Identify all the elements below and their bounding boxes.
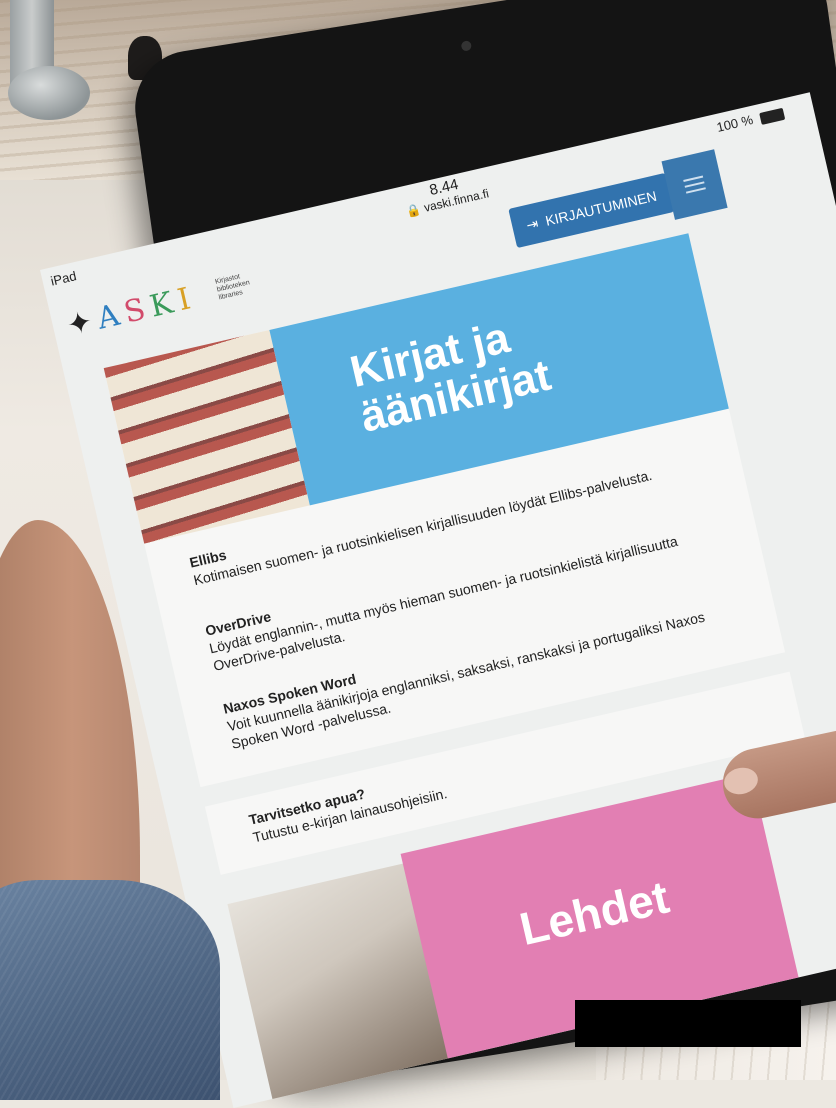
device-label: iPad — [49, 268, 78, 289]
menu-icon-line — [684, 181, 705, 188]
denim-sleeve — [0, 880, 220, 1100]
sign-in-icon: ⇥ — [524, 214, 540, 233]
battery-icon — [759, 107, 786, 125]
lamp-base-disk — [8, 66, 90, 120]
menu-icon-line — [685, 187, 706, 194]
magazines-banner-title: Lehdet — [514, 870, 674, 956]
logo-subtitle: Kirjastot biblioteken libraries — [214, 273, 251, 302]
redaction-box — [575, 1000, 801, 1047]
login-label: KIRJAUTUMINEN — [543, 187, 659, 229]
ebooks-banner-title: Kirjat ja äänikirjat — [345, 312, 556, 442]
battery-percent: 100 % — [715, 111, 755, 135]
camera-icon — [460, 40, 472, 52]
menu-icon-line — [683, 175, 704, 182]
